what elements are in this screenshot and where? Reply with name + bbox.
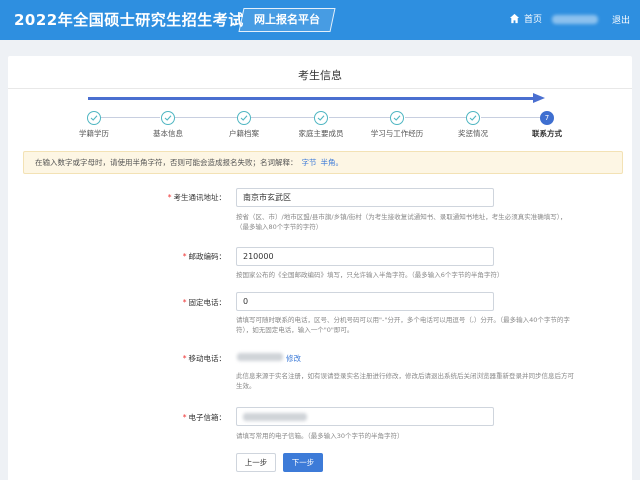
postcode-label: * 邮政编码： — [116, 251, 226, 262]
home-label: 首页 — [524, 15, 543, 25]
step-2-check-icon[interactable] — [161, 111, 175, 125]
address-hint: 按省（区、市）/地市区盟/县市旗/乡镇/街村（为考生接收复试通知书、录取通知书地… — [236, 213, 567, 231]
address-label: * 考生通讯地址： — [116, 192, 226, 203]
logout-link[interactable]: 退出 — [612, 13, 630, 26]
prev-button[interactable]: 上一步 — [236, 453, 276, 472]
notice-banner: 在输入数字或字母时，请使用半角字符，否则可能会造成报名失败；名词解释： 字节 半角。 — [23, 151, 623, 174]
email-label-text: 电子信箱： — [188, 413, 227, 422]
next-button[interactable]: 下一步 — [283, 453, 323, 472]
progress-line — [88, 97, 536, 100]
step-label-7: 联系方式 — [532, 129, 562, 138]
home-link[interactable]: 首页 — [509, 12, 542, 25]
step-label-3: 户籍档案 — [229, 129, 259, 138]
email-label: * 电子信箱： — [116, 412, 226, 423]
email-hint: 请填写常用的电子信箱。（最多输入30个字节的半角字符） — [236, 432, 404, 440]
step-7-current[interactable]: 7 — [540, 111, 554, 125]
phone-label-text: 固定电话： — [188, 298, 227, 307]
step-5-check-icon[interactable] — [390, 111, 404, 125]
postcode-label-text: 邮政编码： — [188, 252, 227, 261]
page-title: 考生信息 — [298, 69, 342, 82]
address-field[interactable]: 南京市玄武区 — [236, 188, 494, 207]
step-connector — [175, 117, 241, 118]
top-bar: 2022年全国硕士研究生招生考试 网上报名平台 首页 退出 — [0, 0, 640, 40]
mobile-label: * 移动电话： — [116, 353, 226, 364]
step-connector — [329, 117, 391, 118]
required-marker: * — [182, 298, 187, 307]
user-name-redacted — [552, 15, 598, 24]
email-field[interactable] — [236, 407, 494, 426]
half-width-term-link[interactable]: 半角。 — [321, 158, 344, 167]
step-6-check-icon[interactable] — [466, 111, 480, 125]
email-value-redacted — [243, 412, 307, 421]
platform-label: 网上报名平台 — [254, 13, 320, 26]
step-label-1: 学籍学历 — [79, 129, 109, 138]
step-4-check-icon[interactable] — [314, 111, 328, 125]
notice-text: 在输入数字或字母时，请使用半角字符，否则可能会造成报名失败；名词解释： — [35, 158, 298, 167]
required-marker: * — [167, 193, 172, 202]
step-label-2: 基本信息 — [153, 129, 183, 138]
step-1-check-icon[interactable] — [87, 111, 101, 125]
progress-arrow-icon — [533, 93, 545, 103]
platform-tag: 网上报名平台 — [238, 8, 336, 32]
step-label-4: 家庭主要成员 — [298, 129, 344, 138]
exam-title: 2022年全国硕士研究生招生考试 — [14, 11, 244, 29]
phone-field[interactable]: 0 — [236, 292, 494, 311]
required-marker: * — [182, 252, 187, 261]
address-label-text: 考生通讯地址： — [173, 193, 227, 202]
byte-term-link[interactable]: 字节 — [302, 158, 317, 167]
postcode-hint: 按国家公布的《全国邮政编码》填写，只允许输入半角字符。（最多输入6个字节的半角字… — [236, 271, 504, 279]
mobile-number-redacted — [237, 353, 283, 361]
home-icon — [509, 13, 520, 24]
required-marker: * — [182, 413, 187, 422]
title-divider — [8, 88, 632, 89]
step-connector — [251, 117, 315, 118]
mobile-label-text: 移动电话： — [188, 354, 227, 363]
mobile-hint: 此信息来源于实名注册，如有误请登录实名注册进行修改，修改后请退出系统后关闭浏览器… — [236, 372, 574, 390]
phone-hint: 请填写可随时联系的电话，区号、分机号码可以用"-"分开，多个电话可以用逗号（,）… — [236, 316, 570, 334]
step-connector — [405, 117, 467, 118]
postcode-field[interactable]: 210000 — [236, 247, 494, 266]
step-connector — [481, 117, 541, 118]
required-marker: * — [182, 354, 187, 363]
step-3-check-icon[interactable] — [237, 111, 251, 125]
phone-label: * 固定电话： — [116, 297, 226, 308]
mobile-modify-link[interactable]: 修改 — [286, 353, 301, 364]
step-connector — [94, 117, 160, 118]
step-label-5: 学习与工作经历 — [370, 129, 424, 138]
step-label-6: 奖惩情况 — [458, 129, 488, 138]
